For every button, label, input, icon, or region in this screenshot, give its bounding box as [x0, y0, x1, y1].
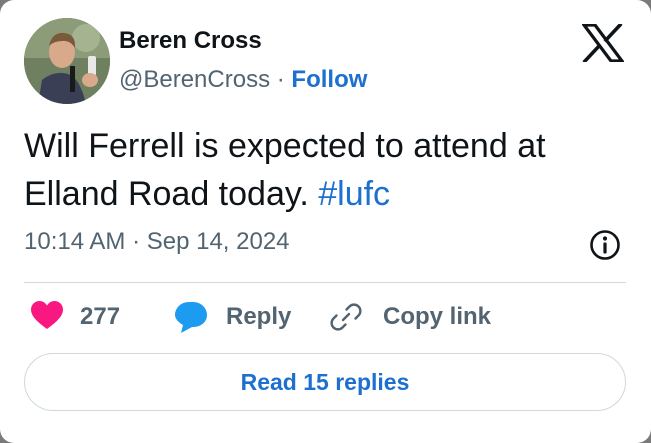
- like-count: 277: [80, 303, 121, 330]
- read-replies-button[interactable]: Read 15 replies: [24, 353, 626, 411]
- reply-label: Reply: [226, 303, 292, 330]
- author-handle-row: @BerenCross · Follow: [119, 66, 367, 94]
- reply-button[interactable]: Reply: [173, 300, 291, 334]
- tweet-embed-card: Beren Cross @BerenCross · Follow Will Fe…: [0, 0, 651, 443]
- like-button[interactable]: 277: [30, 300, 120, 334]
- x-logo-icon[interactable]: [580, 22, 626, 64]
- avatar[interactable]: [24, 18, 110, 104]
- handle-separator: ·: [270, 66, 292, 93]
- author-display-name[interactable]: Beren Cross: [119, 27, 262, 55]
- speech-bubble-icon: [173, 300, 209, 334]
- tweet-timestamp[interactable]: 10:14 AM · Sep 14, 2024: [24, 228, 290, 256]
- copy-link-button[interactable]: Copy link: [329, 300, 491, 334]
- divider: [24, 282, 626, 283]
- follow-link[interactable]: Follow: [291, 66, 367, 93]
- read-replies-label: Read 15 replies: [240, 368, 410, 395]
- link-icon: [329, 300, 363, 334]
- author-handle[interactable]: @BerenCross: [119, 66, 270, 93]
- heart-icon: [30, 300, 66, 334]
- tweet-text: Will Ferrell is expected to attend at El…: [24, 127, 546, 213]
- info-icon[interactable]: [589, 229, 621, 261]
- copy-link-label: Copy link: [383, 303, 492, 330]
- tweet-body: Will Ferrell is expected to attend at El…: [24, 122, 624, 218]
- hashtag-link[interactable]: #lufc: [318, 175, 390, 213]
